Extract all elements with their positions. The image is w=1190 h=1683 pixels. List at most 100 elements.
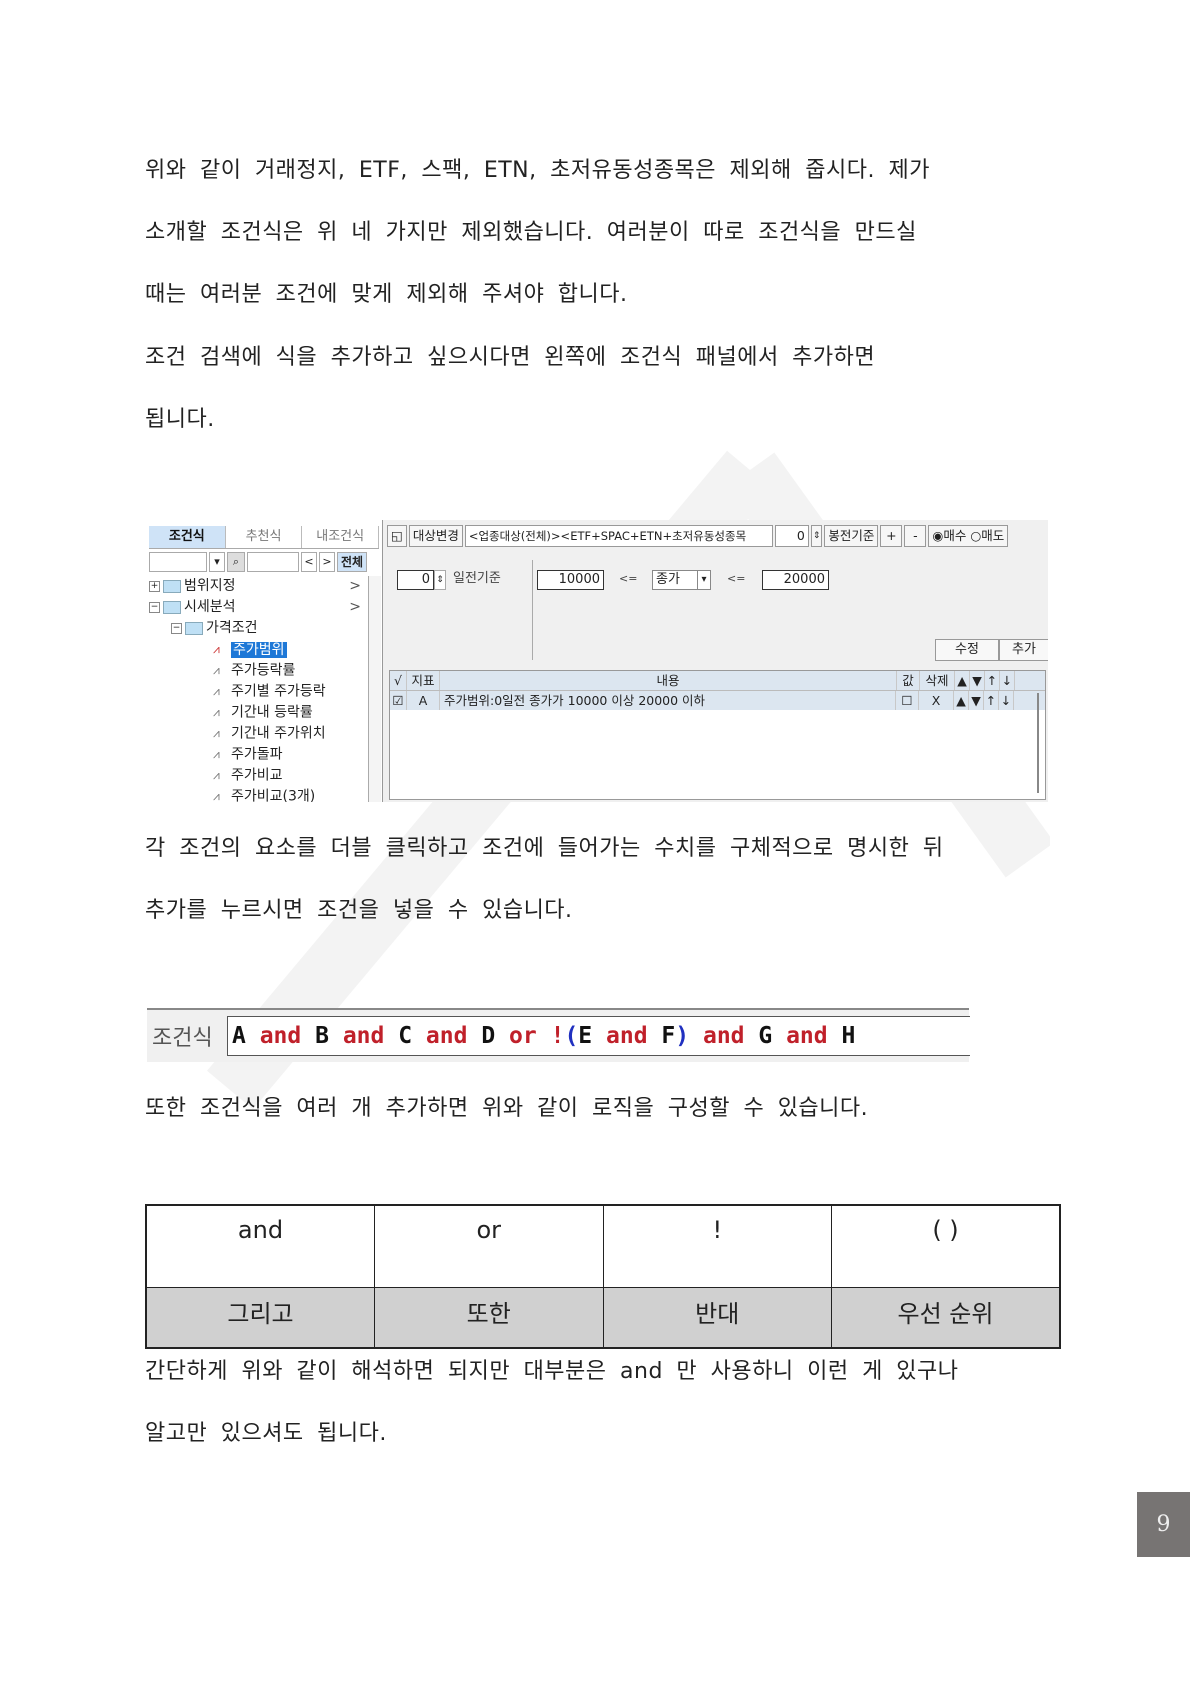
- row-indicator: A: [407, 691, 440, 710]
- formula-token-op: !: [550, 1023, 565, 1049]
- candle-basis-label: 봉전기준: [824, 525, 879, 547]
- tree-folder-price-analysis[interactable]: − 시세분석 >: [149, 597, 361, 618]
- col-top: ↑: [985, 671, 1000, 690]
- folder-icon: [163, 579, 181, 593]
- expand-icon[interactable]: +: [149, 580, 160, 592]
- tree-label: 주가범위: [231, 641, 287, 658]
- meaning-cell: 반대: [602, 1287, 832, 1349]
- tree-folder-range[interactable]: + 범위지정 >: [149, 576, 361, 597]
- target-field[interactable]: <업종대상(전체)><ETF+SPAC+ETN+초저유동성종목: [464, 525, 773, 547]
- text-line: 됩니다.: [145, 407, 215, 432]
- chevron-right-icon: >: [349, 578, 361, 594]
- formula-token-var: H: [841, 1023, 856, 1049]
- tree-item[interactable]: ⩘ 주기별 주가등락: [149, 681, 361, 702]
- tree-folder-price-condition[interactable]: − 가격조건: [149, 618, 361, 639]
- col-up: ▲: [955, 671, 970, 690]
- search-input[interactable]: [247, 552, 299, 572]
- formula-token-op: and: [592, 1023, 662, 1049]
- tree-item[interactable]: ⩘ 기간내 등락률: [149, 702, 361, 723]
- row-delete-button[interactable]: X: [919, 691, 954, 710]
- text-line: 조건 검색에 식을 추가하고 싶으시다면 왼쪽에 조건식 패널에서 추가하면: [145, 345, 876, 370]
- col-bottom: ↓: [1000, 671, 1015, 690]
- formula-token-var: A: [232, 1023, 246, 1049]
- window-icon[interactable]: ◱: [387, 525, 407, 547]
- collapse-icon[interactable]: −: [149, 601, 160, 613]
- minus-button[interactable]: -: [904, 525, 927, 547]
- grid-header: √ 지표 내용 값 삭제 ▲ ▼ ↑ ↓: [390, 671, 1045, 691]
- plus-button[interactable]: +: [880, 525, 903, 547]
- tree-label: 주가돌파: [231, 746, 283, 763]
- formula-token-var: F: [661, 1023, 676, 1049]
- move-top-button[interactable]: ↑: [984, 691, 999, 710]
- tree-item[interactable]: ⩘ 주가등락률: [149, 660, 361, 681]
- tree-item[interactable]: ⩘ 주가돌파: [149, 744, 361, 765]
- text-line: 간단하게 위와 같이 해석하면 되지만 대부분은 and 만 사용하니 이런 게…: [145, 1359, 959, 1384]
- move-bottom-button[interactable]: ↓: [999, 691, 1014, 710]
- spin-arrows-icon[interactable]: ⇕: [810, 525, 823, 547]
- radio-sell[interactable]: ○매도: [970, 528, 1004, 543]
- max-price-input[interactable]: 20000: [762, 570, 829, 590]
- formula-token-op: and: [772, 1023, 842, 1049]
- radio-buy[interactable]: ◉매수: [932, 528, 966, 543]
- tree-label: 기간내 등락률: [231, 704, 313, 721]
- move-up-button[interactable]: ▲: [954, 691, 969, 710]
- formula-token-var: D: [481, 1023, 496, 1049]
- min-price-input[interactable]: 10000: [537, 570, 604, 590]
- price-type-select[interactable]: 종가: [652, 570, 700, 590]
- add-button[interactable]: 추가: [999, 639, 1048, 661]
- chart-icon: ⩘: [213, 684, 220, 698]
- operator-cell: and: [145, 1204, 375, 1288]
- days-input[interactable]: 0: [397, 570, 434, 590]
- move-down-button[interactable]: ▼: [969, 691, 984, 710]
- tree-item-price-range[interactable]: ⩘ 주가범위: [149, 639, 361, 660]
- search-icon[interactable]: ⌕: [227, 552, 245, 572]
- formula-input[interactable]: A and B and C and D or !(E and F) and G …: [227, 1016, 970, 1056]
- divider: [532, 560, 533, 660]
- tree-item[interactable]: ⩘ 주가비교(3개): [149, 786, 361, 803]
- le-operator: <=: [619, 572, 638, 585]
- chart-icon: ⩘: [213, 642, 220, 656]
- tree-item[interactable]: ⩘ 주가비교: [149, 765, 361, 786]
- chart-icon: ⩘: [213, 705, 220, 719]
- operator-row: and or ! ( ): [145, 1204, 1061, 1288]
- formula-token-var: E: [578, 1023, 593, 1049]
- formula-token-par: ): [675, 1023, 690, 1049]
- tree-item[interactable]: ⩘ 기간내 주가위치: [149, 723, 361, 744]
- text-line: 각 조건의 요소를 더블 클릭하고 조건에 들어가는 수치를 구체적으로 명시한…: [145, 836, 944, 861]
- tab-recommended[interactable]: 추천식: [226, 526, 303, 548]
- next-button[interactable]: >: [319, 552, 335, 572]
- target-toolbar: ◱ 대상변경 <업종대상(전체)><ETF+SPAC+ETN+초저유동성종목 0…: [387, 525, 1009, 547]
- grid-scrollbar[interactable]: [1037, 693, 1039, 793]
- search-row: ▾ ⌕ < > 전체: [149, 552, 379, 572]
- row-checkbox[interactable]: ☑: [390, 691, 407, 710]
- page-number: 9: [1137, 1492, 1190, 1557]
- formula-token-var: C: [398, 1023, 413, 1049]
- chevron-down-icon[interactable]: ▾: [697, 570, 711, 590]
- buy-sell-radio-group: ◉매수 ○매도: [928, 525, 1009, 547]
- candle-spin-input[interactable]: 0: [774, 525, 809, 547]
- formula-label: 조건식: [152, 1026, 213, 1051]
- spin-arrows-icon[interactable]: ⇕: [434, 570, 446, 590]
- edit-button[interactable]: 수정: [935, 639, 999, 661]
- tree-label: 범위지정: [184, 578, 236, 594]
- text-line: 추가를 누르시면 조건을 넣을 수 있습니다.: [145, 898, 573, 923]
- chevron-down-icon[interactable]: ▾: [209, 552, 225, 572]
- change-target-button[interactable]: 대상변경: [408, 525, 463, 547]
- le-operator: <=: [727, 572, 746, 585]
- prev-button[interactable]: <: [301, 552, 317, 572]
- col-down: ▼: [970, 671, 985, 690]
- all-button[interactable]: 전체: [337, 552, 367, 572]
- table-row[interactable]: ☑ A 주가범위:0일전 종가가 10000 이상 20000 이하 ☐ X ▲…: [390, 691, 1045, 710]
- collapse-icon[interactable]: −: [171, 622, 182, 634]
- text-line: 또한 조건식을 여러 개 추가하면 위와 같이 로직을 구성할 수 있습니다.: [145, 1096, 869, 1121]
- tab-my-conditions[interactable]: 내조건식: [302, 526, 380, 548]
- formula-token-op: and: [328, 1023, 399, 1049]
- radio-buy-label: 매수: [943, 528, 967, 543]
- tab-conditions[interactable]: 조건식: [149, 526, 226, 548]
- category-select[interactable]: [149, 552, 207, 572]
- row-value-checkbox[interactable]: ☐: [896, 691, 919, 710]
- formula-token-op: and: [245, 1023, 316, 1049]
- tree-scrollbar[interactable]: [368, 576, 381, 802]
- meaning-cell: 우선 순위: [831, 1287, 1061, 1349]
- folder-icon: [185, 621, 203, 635]
